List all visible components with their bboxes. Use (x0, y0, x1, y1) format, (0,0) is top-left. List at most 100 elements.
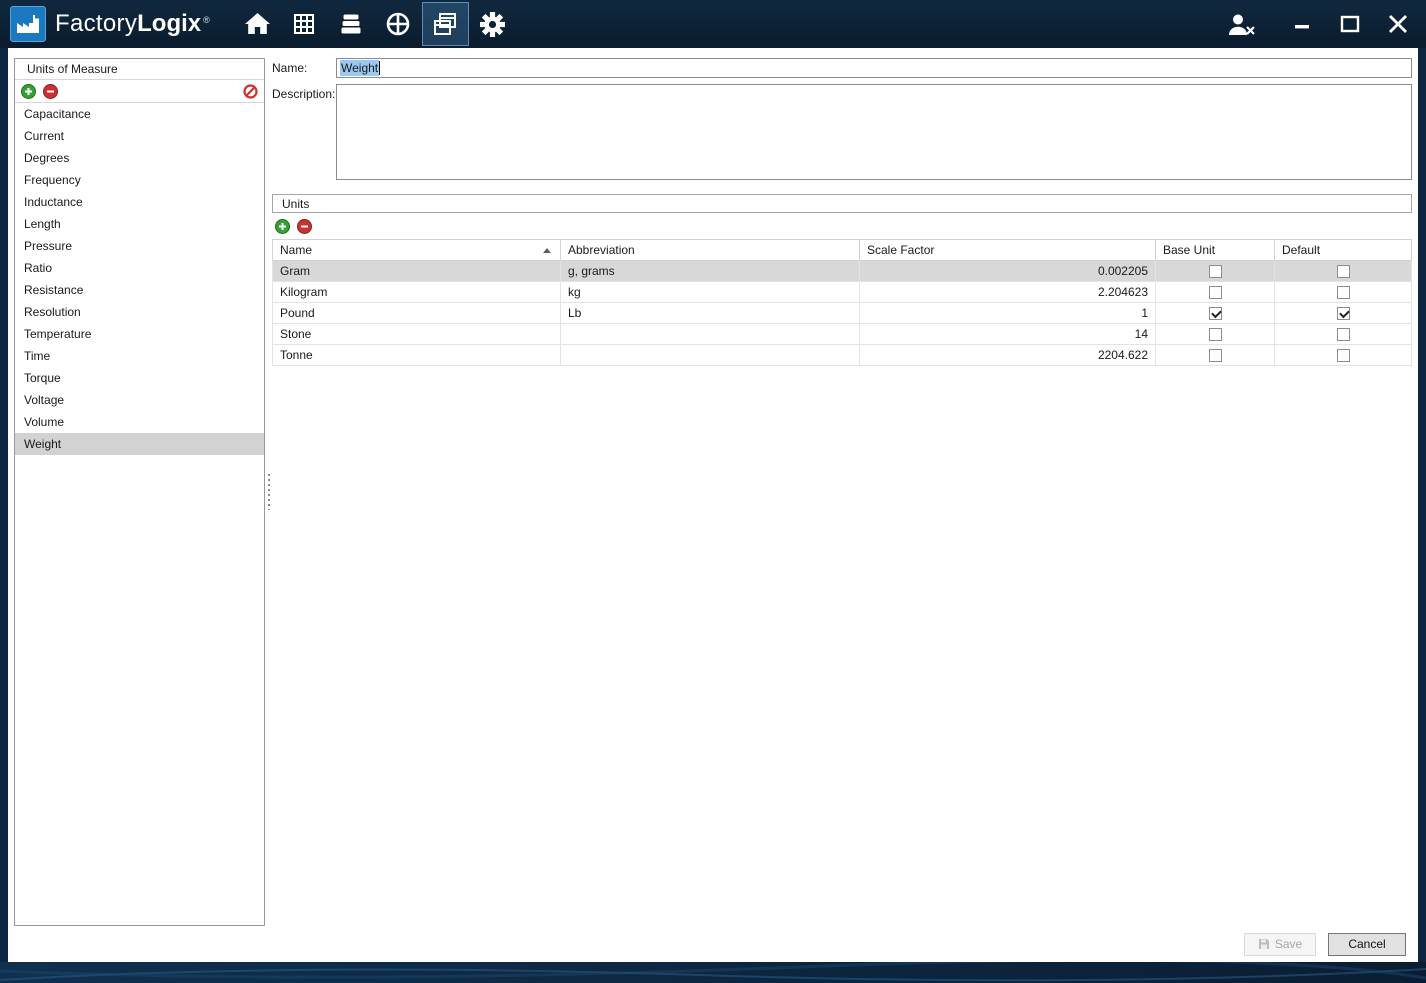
unit-base-unit-cell (1155, 281, 1275, 303)
units-group: Units Name Abbreviation Scale Factor Bas… (272, 194, 1412, 366)
panel-title: Units of Measure (15, 59, 264, 80)
name-input[interactable]: Weight (336, 58, 1412, 78)
forms-nav-button[interactable] (421, 2, 469, 46)
unit-name-cell[interactable]: Pound (272, 302, 561, 324)
unit-name-cell[interactable]: Kilogram (272, 281, 561, 303)
window-bottom-border (0, 962, 1426, 983)
unit-scale-factor-cell[interactable]: 2204.622 (859, 344, 1156, 366)
unit-name-cell[interactable]: Stone (272, 323, 561, 345)
unit-row[interactable]: Tonne 2204.622 (272, 344, 1412, 366)
description-input[interactable] (336, 84, 1412, 180)
maximize-button[interactable] (1332, 3, 1368, 45)
gear-icon (479, 11, 506, 38)
registered-mark: ® (203, 15, 210, 25)
unit-name-cell[interactable]: Tonne (272, 344, 561, 366)
splitter-grip-icon (268, 474, 270, 510)
remove-measure-button[interactable] (43, 83, 58, 99)
column-header-default[interactable]: Default (1274, 239, 1412, 261)
default-checkbox[interactable] (1336, 307, 1350, 321)
unit-abbreviation-cell[interactable] (560, 323, 860, 345)
close-button[interactable] (1380, 3, 1416, 45)
save-disk-icon (1258, 938, 1270, 950)
uom-list-item[interactable]: Capacitance (15, 103, 264, 125)
user-logout-button[interactable] (1222, 3, 1258, 45)
layers-nav-button[interactable] (328, 2, 375, 46)
unit-abbreviation-cell[interactable]: Lb (560, 302, 860, 324)
add-measure-button[interactable] (21, 83, 36, 99)
uom-list-item[interactable]: Temperature (15, 323, 264, 345)
uom-list: Capacitance Current Degrees Frequency Induct… (15, 103, 264, 925)
remove-unit-button[interactable] (297, 218, 312, 234)
panel-splitter[interactable] (265, 58, 272, 926)
units-toolbar (272, 213, 1412, 239)
minimize-button[interactable] (1284, 3, 1320, 45)
home-nav-button[interactable] (234, 2, 281, 46)
unit-scale-factor-cell[interactable]: 1 (859, 302, 1156, 324)
base-unit-checkbox[interactable] (1208, 349, 1222, 363)
unit-abbreviation-cell[interactable]: kg (560, 281, 860, 303)
base-unit-checkbox[interactable] (1208, 265, 1222, 279)
name-input-selected-text: Weight (340, 60, 380, 76)
base-unit-checkbox[interactable] (1208, 328, 1222, 342)
block-button[interactable] (243, 83, 258, 99)
column-header-scale-factor[interactable]: Scale Factor (859, 239, 1156, 261)
base-unit-checkbox[interactable] (1208, 307, 1222, 321)
uom-list-item[interactable]: Frequency (15, 169, 264, 191)
cancel-button[interactable]: Cancel (1328, 932, 1406, 956)
uom-list-item[interactable]: Time (15, 345, 264, 367)
unit-row[interactable]: Kilogram kg 2.204623 (272, 281, 1412, 303)
unit-base-unit-cell (1155, 323, 1275, 345)
text-caret (379, 61, 381, 75)
app-logo-icon (10, 6, 46, 42)
settings-nav-button[interactable] (469, 2, 516, 46)
unit-name-cell[interactable]: Gram (272, 260, 561, 282)
column-header-base-unit[interactable]: Base Unit (1155, 239, 1275, 261)
default-checkbox[interactable] (1336, 328, 1350, 342)
unit-row[interactable]: Pound Lb 1 (272, 302, 1412, 324)
unit-scale-factor-cell[interactable]: 14 (859, 323, 1156, 345)
base-unit-checkbox[interactable] (1208, 286, 1222, 300)
unit-base-unit-cell (1155, 260, 1275, 282)
uom-list-item[interactable]: Resistance (15, 279, 264, 301)
target-icon (385, 11, 411, 37)
uom-list-item[interactable]: Torque (15, 367, 264, 389)
uom-list-item[interactable]: Inductance (15, 191, 264, 213)
uom-list-item[interactable]: Ratio (15, 257, 264, 279)
grid-nav-button[interactable] (281, 2, 328, 46)
footer: Save Cancel (14, 926, 1412, 962)
units-table-header: Name Abbreviation Scale Factor Base Unit… (272, 239, 1412, 261)
uom-list-item[interactable]: Length (15, 213, 264, 235)
unit-row[interactable]: Gram g, grams 0.002205 (272, 260, 1412, 282)
save-button[interactable]: Save (1244, 932, 1316, 956)
default-checkbox[interactable] (1336, 286, 1350, 300)
uom-list-item[interactable]: Weight (15, 433, 264, 455)
app-title-logix: Logix (137, 10, 202, 37)
uom-list-item[interactable]: Volume (15, 411, 264, 433)
unit-scale-factor-cell[interactable]: 2.204623 (859, 281, 1156, 303)
default-checkbox[interactable] (1336, 265, 1350, 279)
uom-list-item[interactable]: Resolution (15, 301, 264, 323)
content-area: Units of Measure Capacitance Current Degre… (8, 48, 1418, 962)
target-nav-button[interactable] (375, 2, 422, 46)
user-logout-icon (1225, 12, 1255, 36)
grid-icon (292, 12, 316, 36)
units-of-measure-panel: Units of Measure Capacitance Current Degre… (14, 58, 265, 926)
uom-list-item[interactable]: Pressure (15, 235, 264, 257)
titlebar: Factory Logix ® (0, 0, 1426, 48)
unit-abbreviation-cell[interactable] (560, 344, 860, 366)
close-icon (1387, 13, 1409, 35)
main-nav (234, 0, 516, 48)
unit-scale-factor-cell[interactable]: 0.002205 (859, 260, 1156, 282)
uom-list-item[interactable]: Current (15, 125, 264, 147)
uom-list-item[interactable]: Voltage (15, 389, 264, 411)
add-unit-button[interactable] (275, 218, 290, 234)
column-header-name[interactable]: Name (272, 239, 561, 261)
window-controls (1222, 3, 1416, 45)
unit-abbreviation-cell[interactable]: g, grams (560, 260, 860, 282)
unit-row[interactable]: Stone 14 (272, 323, 1412, 345)
column-header-abbreviation[interactable]: Abbreviation (560, 239, 860, 261)
app-title: Factory Logix ® (55, 10, 210, 38)
default-checkbox[interactable] (1336, 349, 1350, 363)
uom-list-item[interactable]: Degrees (15, 147, 264, 169)
unit-base-unit-cell (1155, 302, 1275, 324)
